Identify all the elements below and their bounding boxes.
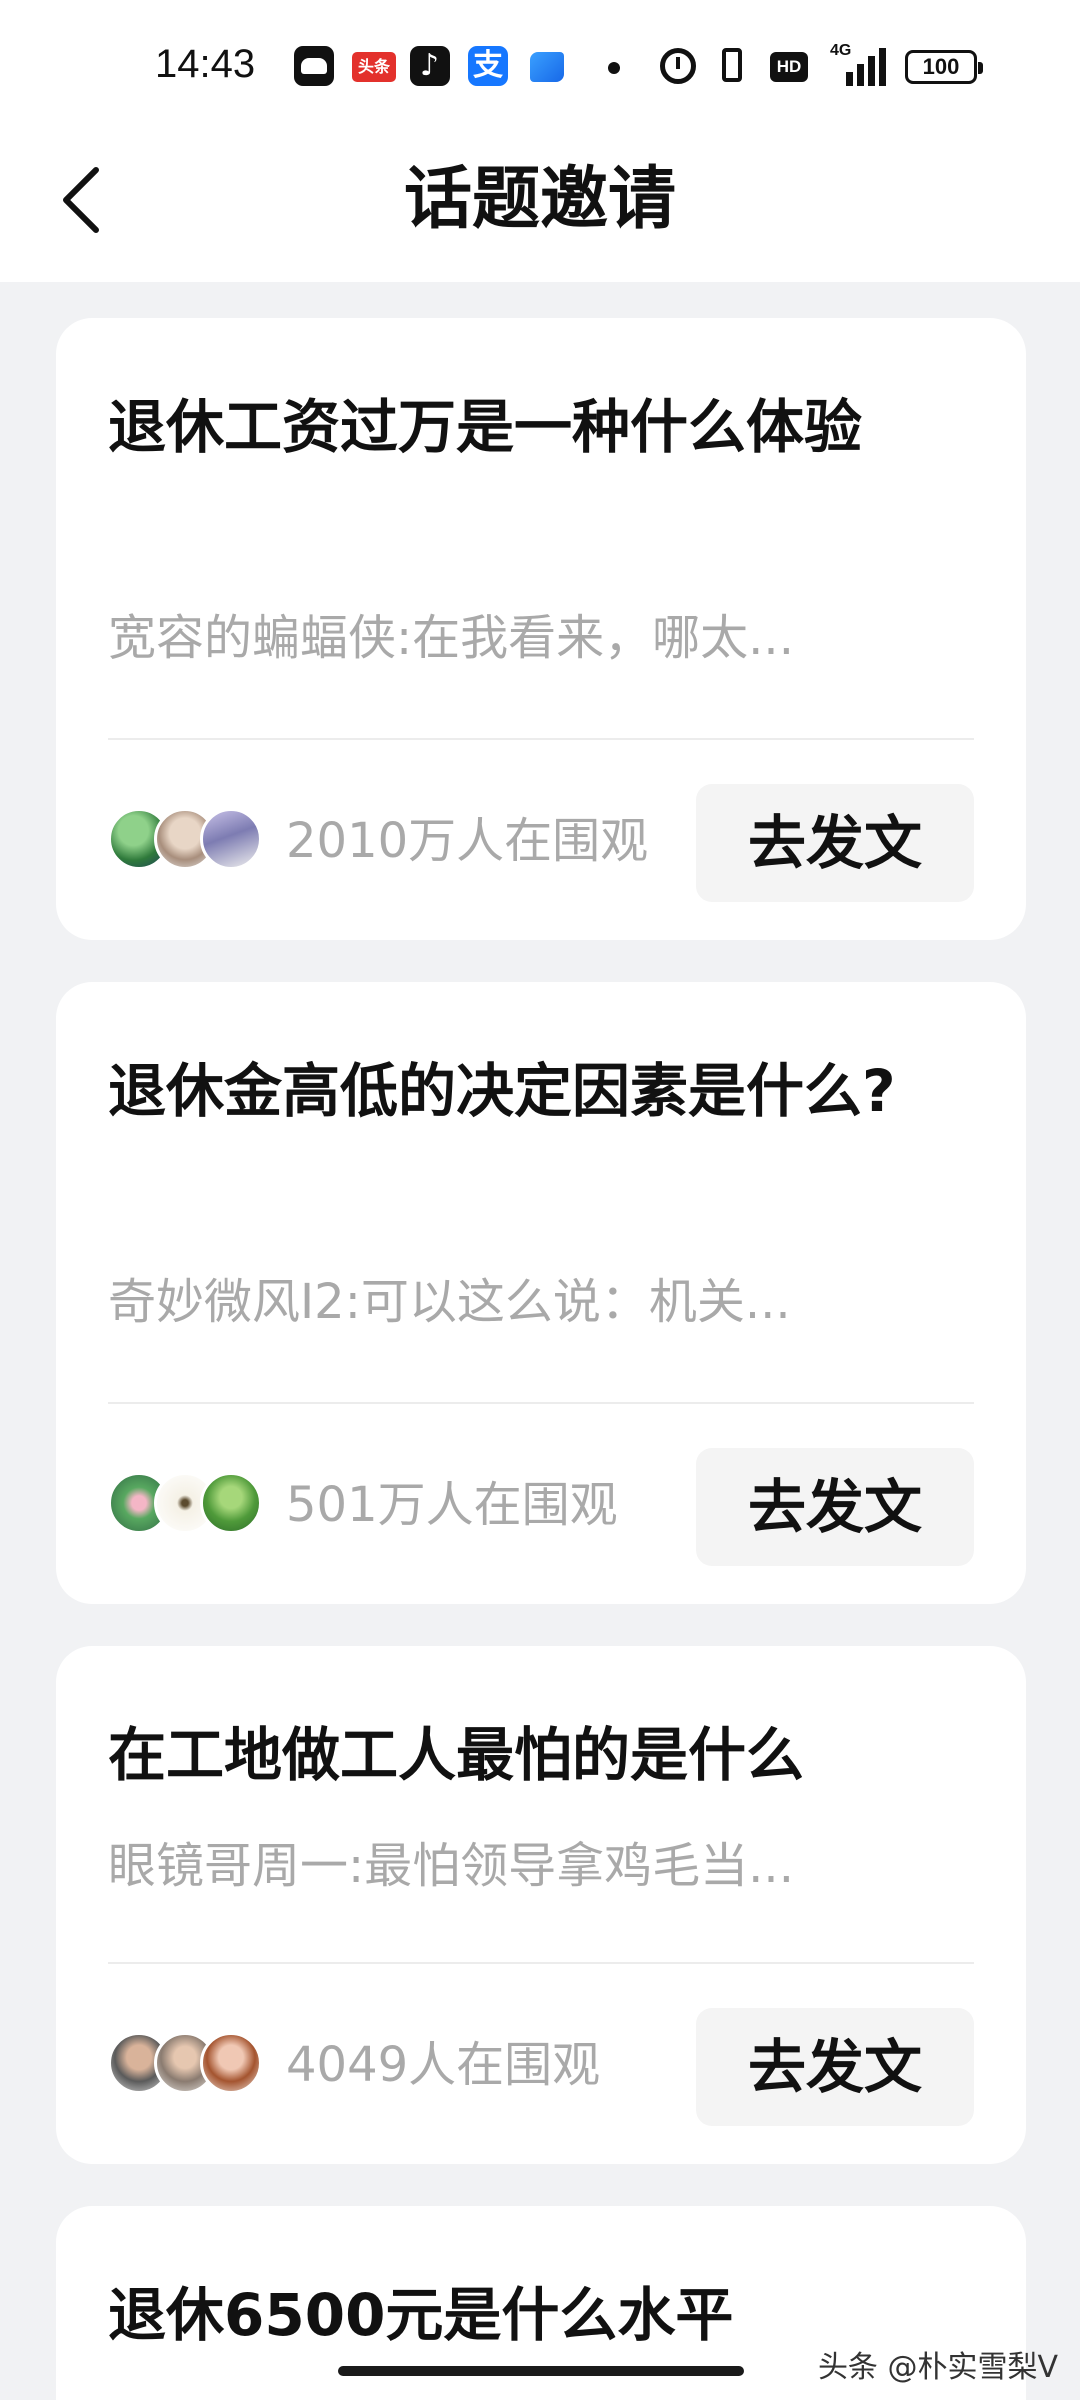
- viewer-avatars: [108, 2032, 268, 2098]
- divider: [108, 738, 974, 740]
- avatar: [200, 808, 262, 870]
- alarm-icon: [660, 48, 696, 84]
- signal-icon: 4G: [830, 42, 886, 86]
- panda-app-icon: [294, 46, 334, 86]
- post-button[interactable]: 去发文: [696, 2008, 974, 2126]
- network-type: 4G: [830, 42, 852, 59]
- app-icon: [530, 52, 564, 82]
- topic-title[interactable]: 退休工资过万是一种什么体验: [108, 374, 978, 480]
- viewer-avatars: [108, 1472, 268, 1538]
- topic-card[interactable]: 退休金高低的决定因素是什么? 奇妙微风I2:可以这么说：机关... 501万人在…: [56, 982, 1026, 1604]
- hd-icon: HD: [770, 52, 808, 82]
- topic-card[interactable]: 退休工资过万是一种什么体验 宽容的蝙蝠侠:在我看来，哪太... 2010万人在围…: [56, 318, 1026, 940]
- topic-excerpt[interactable]: 宽容的蝙蝠侠:在我看来，哪太...: [108, 608, 978, 668]
- status-time: 14:43: [155, 42, 256, 86]
- toutiao-icon: 头条: [352, 52, 396, 82]
- topic-title[interactable]: 在工地做工人最怕的是什么: [108, 1702, 978, 1808]
- divider: [108, 1402, 974, 1404]
- vibrate-icon: [722, 48, 742, 82]
- post-button[interactable]: 去发文: [696, 1448, 974, 1566]
- divider: [108, 1962, 974, 1964]
- post-button[interactable]: 去发文: [696, 784, 974, 902]
- douyin-icon: [410, 46, 450, 86]
- more-notifications-dot: [608, 62, 620, 74]
- viewer-count: 2010万人在围观: [286, 813, 649, 869]
- viewer-count: 501万人在围观: [286, 1477, 618, 1533]
- app-header: 话题邀请: [0, 130, 1080, 282]
- alipay-icon: 支: [468, 46, 508, 86]
- topic-excerpt[interactable]: 奇妙微风I2:可以这么说：机关...: [108, 1272, 978, 1332]
- topic-title[interactable]: 退休金高低的决定因素是什么?: [108, 1038, 978, 1144]
- status-bar: 14:43 头条 支 HD 4G 100: [0, 0, 1080, 130]
- home-indicator[interactable]: [338, 2366, 744, 2376]
- avatar: [200, 2032, 262, 2094]
- viewer-avatars: [108, 808, 268, 874]
- viewer-count: 4049人在围观: [286, 2037, 601, 2093]
- avatar: [200, 1472, 262, 1534]
- battery-icon: 100: [905, 50, 983, 84]
- topic-card[interactable]: 在工地做工人最怕的是什么 眼镜哥周一:最怕领导拿鸡毛当... 4049人在围观 …: [56, 1646, 1026, 2164]
- topic-excerpt[interactable]: 眼镜哥周一:最怕领导拿鸡毛当...: [108, 1836, 978, 1896]
- page-title: 话题邀请: [403, 160, 676, 239]
- watermark: 头条 @朴实雪梨V: [817, 2350, 1058, 2385]
